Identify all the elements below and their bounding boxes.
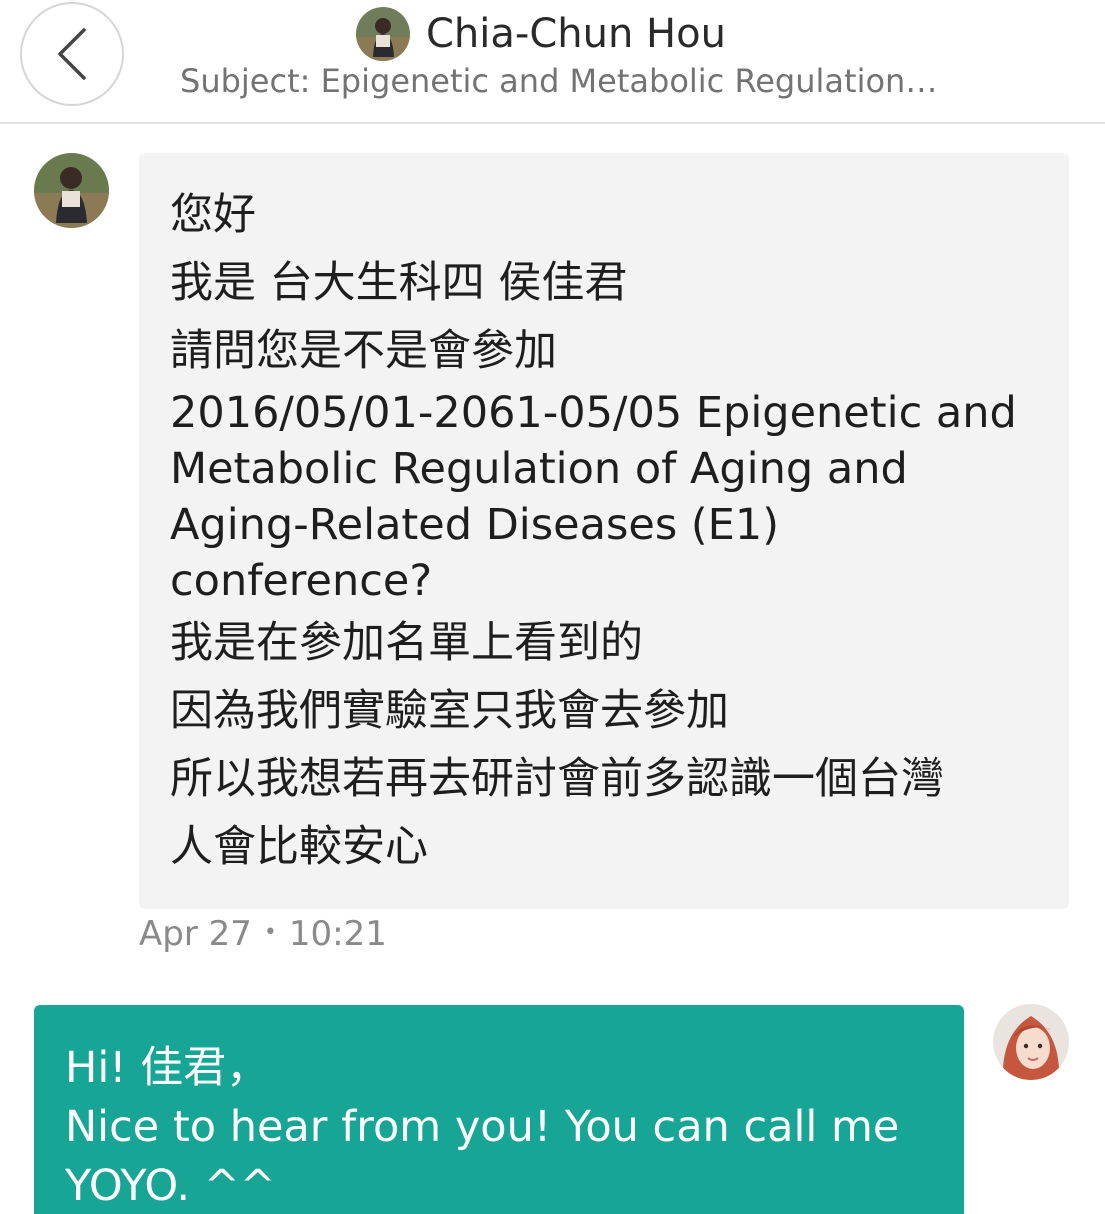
user-avatar[interactable]: [993, 1004, 1069, 1080]
incoming-message-bubble[interactable]: 您好 我是 台大生科四 侯佳君 請問您是不是會參加 2016/05/01-206…: [139, 153, 1069, 909]
message-line: conference?: [170, 556, 433, 606]
chevron-left-icon: [58, 28, 86, 80]
message-line: 所以我想若再去研討會前多認識一個台灣: [170, 754, 944, 804]
back-button[interactable]: [20, 2, 124, 106]
message-line: 請問您是不是會參加: [170, 326, 557, 376]
separator-dot: •: [263, 919, 277, 945]
conversation-subject: Subject: Epigenetic and Metabolic Regula…: [180, 62, 938, 100]
message-time: 10:21: [288, 914, 387, 954]
message-line: 您好: [170, 190, 256, 240]
message-line: Hi! 佳君，: [65, 1043, 270, 1093]
sender-avatar[interactable]: [34, 153, 109, 228]
conversation-screen: Chia-Chun Hou Subject: Epigenetic and Me…: [0, 0, 1105, 1214]
conversation-header: Chia-Chun Hou Subject: Epigenetic and Me…: [0, 0, 1105, 124]
header-title[interactable]: Chia-Chun Hou: [356, 6, 726, 62]
contact-name: Chia-Chun Hou: [426, 11, 726, 57]
message-line: YOYO. ^^: [65, 1161, 276, 1211]
outgoing-message-bubble[interactable]: Hi! 佳君， Nice to hear from you! You can c…: [34, 1005, 964, 1214]
message-date: Apr 27: [139, 914, 252, 954]
message-timestamp: Apr 27 • 10:21: [139, 914, 387, 954]
message-line: 我是在參加名單上看到的: [170, 618, 643, 668]
contact-avatar[interactable]: [356, 7, 410, 61]
message-line: 2016/05/01-2061-05/05 Epigenetic and: [170, 388, 1017, 438]
message-line: Aging-Related Diseases (E1): [170, 500, 779, 550]
message-line: Metabolic Regulation of Aging and: [170, 444, 908, 494]
message-line: Nice to hear from you! You can call me: [65, 1102, 900, 1152]
message-line: 因為我們實驗室只我會去參加: [170, 686, 729, 736]
message-line: 我是 台大生科四 侯佳君: [170, 258, 628, 308]
message-line: 人會比較安心: [170, 822, 428, 872]
